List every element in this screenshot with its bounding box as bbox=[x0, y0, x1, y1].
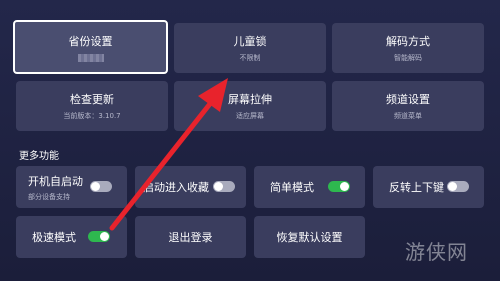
watermark-logo: 游侠网 bbox=[405, 240, 468, 264]
